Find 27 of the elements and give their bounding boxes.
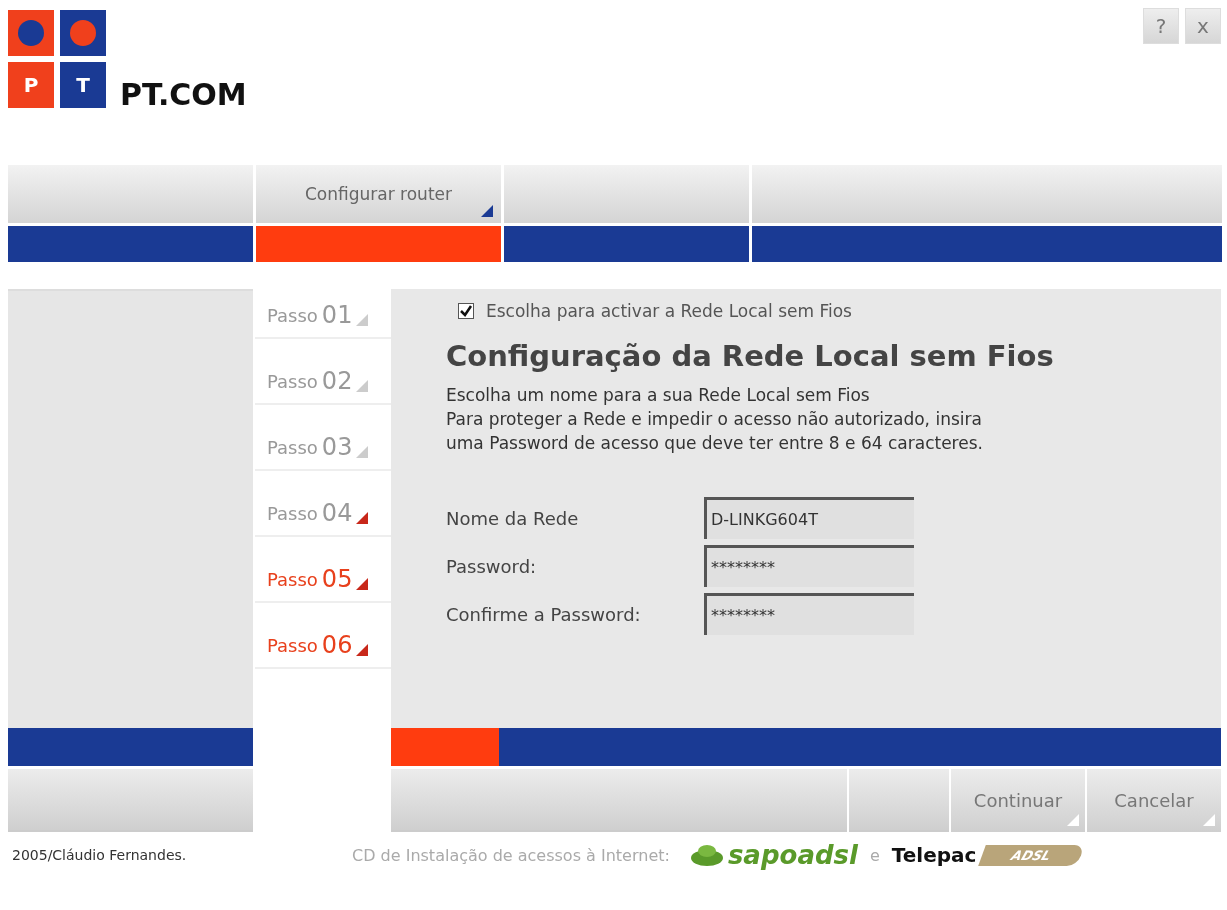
close-button[interactable]: x xyxy=(1185,8,1221,44)
checkbox[interactable] xyxy=(458,303,474,319)
nav-tab[interactable] xyxy=(8,165,253,262)
field-label: Password: xyxy=(446,555,538,577)
input-field[interactable]: D-LINKG604T xyxy=(704,497,914,539)
cancel-button[interactable]: Cancelar xyxy=(1087,769,1221,832)
nav-tab[interactable] xyxy=(752,165,1222,262)
input-field[interactable]: ******** xyxy=(704,593,914,635)
brand-name: PT.COM xyxy=(120,77,247,112)
section-title: Configuração da Rede Local sem Fios xyxy=(446,339,1055,373)
field-label: Nome da Rede xyxy=(446,507,580,529)
credit-text: 2005/Cláudio Fernandes. xyxy=(12,847,188,863)
logo-tile: P xyxy=(8,62,54,108)
checkbox-label: Escolha para activar a Rede Local sem Fios xyxy=(486,301,852,321)
field-label: Confirme a Password: xyxy=(446,603,642,625)
input-field[interactable]: ******** xyxy=(704,545,914,587)
nav-tab[interactable] xyxy=(504,165,749,262)
help-button[interactable]: ? xyxy=(1143,8,1179,44)
footer-text: CD de Instalação de acessos à Internet: xyxy=(352,845,670,865)
brand-logo: sapoadsl xyxy=(727,840,858,870)
logo-tile: T xyxy=(60,62,106,108)
description: Escolha um nome para a sua Rede Local sem Fios Para proteger a Rede e impedir o acesso não autorizado, insira uma Password de acesso que deve ter entre 8 e 64 caracteres. xyxy=(446,384,984,455)
brand-logo: Telepac xyxy=(891,843,977,867)
logo-tile xyxy=(60,10,106,56)
joiner-text: e xyxy=(869,845,880,865)
continue-button[interactable]: Continuar xyxy=(951,769,1085,832)
logo-tile xyxy=(8,10,54,56)
